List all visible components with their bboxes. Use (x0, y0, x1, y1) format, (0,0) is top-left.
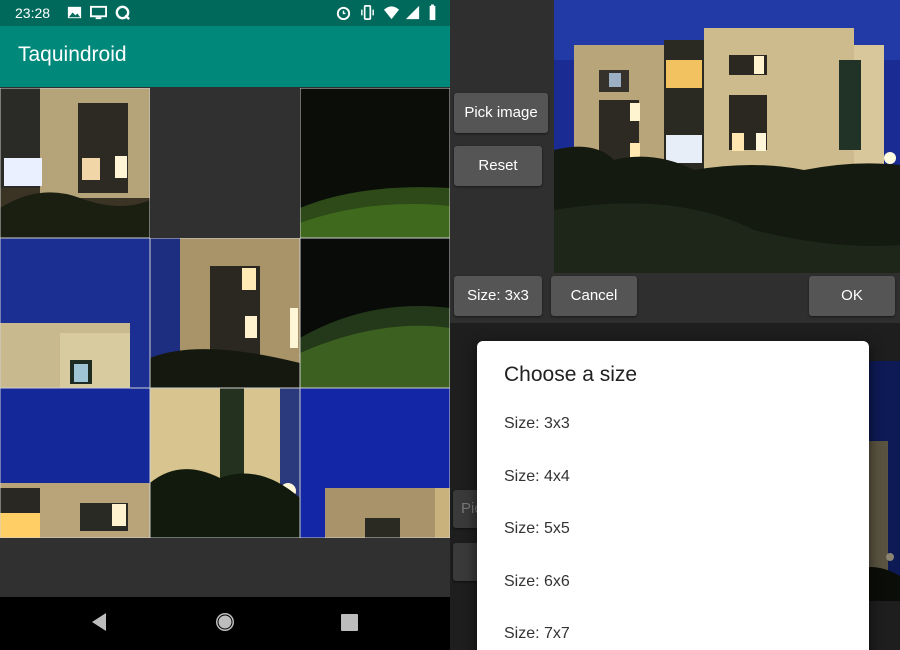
size-option-3x3[interactable]: Size: 3x3 (504, 415, 570, 433)
puzzle-tile[interactable] (300, 238, 450, 388)
status-bar: 23:28 (0, 0, 450, 26)
puzzle-tile[interactable] (300, 88, 450, 238)
game-screen: 23:28 Taquindroid (0, 0, 450, 650)
size-dialog: Choose a size Size: 3x3 Size: 4x4 Size: … (477, 341, 869, 650)
cast-icon (90, 5, 107, 20)
size-option-5x5[interactable]: Size: 5x5 (504, 520, 570, 538)
wifi-icon (383, 6, 400, 20)
ok-button[interactable]: OK (809, 276, 895, 316)
puzzle-tile[interactable] (150, 388, 300, 538)
puzzle-tile[interactable] (0, 238, 150, 388)
size-option-6x6[interactable]: Size: 6x6 (504, 573, 570, 591)
vibrate-icon (361, 5, 374, 20)
size-button[interactable]: Size: 3x3 (454, 276, 542, 316)
app-bar: Taquindroid (0, 26, 450, 87)
back-icon[interactable] (90, 612, 108, 632)
sync-icon (115, 5, 130, 20)
nav-bar (0, 597, 450, 650)
puzzle-tile[interactable] (300, 388, 450, 538)
puzzle-tile[interactable] (0, 388, 150, 538)
home-icon[interactable] (214, 611, 236, 633)
empty-slot[interactable] (150, 88, 300, 238)
battery-icon (429, 4, 436, 21)
dialog-title: Choose a size (504, 363, 638, 386)
recents-icon[interactable] (341, 614, 358, 631)
cancel-button[interactable]: Cancel (551, 276, 637, 316)
image-icon (67, 6, 82, 19)
puzzle-grid (0, 88, 450, 538)
puzzle-tile[interactable] (150, 238, 300, 388)
app-title: Taquindroid (18, 43, 127, 66)
pick-image-button[interactable]: Pick image (454, 93, 548, 133)
settings-screen: Pick image Reset Size: 3x3 Cancel OK Pic… (450, 0, 900, 650)
preview-image (554, 0, 900, 273)
signal-icon (405, 5, 420, 20)
alarm-icon (336, 6, 351, 21)
size-option-4x4[interactable]: Size: 4x4 (504, 468, 570, 486)
puzzle-tile[interactable] (0, 88, 150, 238)
size-option-7x7[interactable]: Size: 7x7 (504, 625, 570, 643)
status-time: 23:28 (15, 5, 51, 21)
reset-button[interactable]: Reset (454, 146, 542, 186)
